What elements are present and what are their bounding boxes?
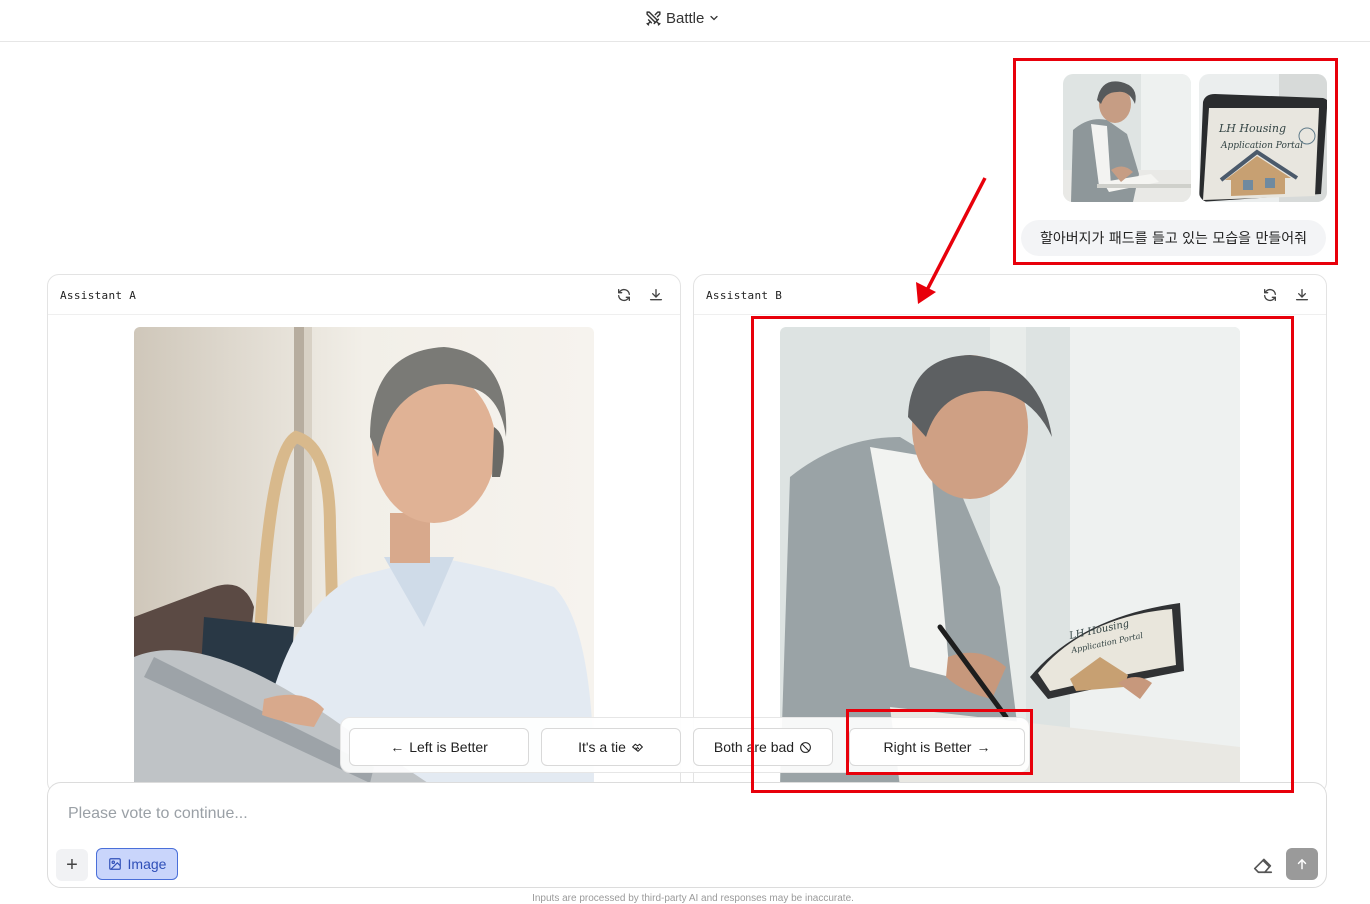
assistant-a-header: Assistant A [48,275,680,315]
ban-icon [800,741,811,753]
image-icon [108,858,121,870]
composer: + Image [47,782,1327,888]
message-input[interactable] [68,805,1168,823]
send-button[interactable] [1286,848,1318,880]
left-is-better-label: Left is Better [409,739,488,755]
refresh-icon[interactable] [1262,287,1278,303]
image-mode-toggle[interactable]: Image [96,848,178,880]
right-is-better-label: Right is Better [883,739,972,755]
arrow-left-icon: ← [390,739,405,755]
image-mode-label: Image [127,856,167,872]
svg-text:LH Housing: LH Housing [1218,122,1286,135]
refresh-icon[interactable] [616,287,632,303]
assistant-b-header: Assistant B [694,275,1326,315]
vote-bar: ← Left is Better It's a tie Both are bad… [340,717,1030,773]
plus-icon: + [66,853,78,876]
grandpa-writing-photo [1063,74,1191,202]
tablet-housing-portal-photo: LH Housing Application Portal [1199,74,1327,202]
eraser-icon[interactable] [1252,853,1274,875]
tie-button[interactable]: It's a tie [541,728,681,766]
assistant-a-panel: Assistant A [47,274,681,794]
assistant-a-title: Assistant A [60,289,137,302]
top-bar: Battle [0,0,1370,42]
mode-label: Battle [666,9,705,27]
swords-icon [646,10,661,26]
right-is-better-button[interactable]: Right is Better → [849,728,1025,766]
assistant-b-title: Assistant B [706,289,783,302]
mode-selector[interactable]: Battle [645,7,720,29]
arrow-up-icon [1297,858,1307,870]
attachment-thumbnail-tablet[interactable]: LH Housing Application Portal [1199,74,1327,202]
add-attachment-button[interactable]: + [56,849,88,881]
download-icon[interactable] [1294,287,1310,303]
assistant-b-panel: Assistant B LH Housing Application Porta… [693,274,1327,794]
user-prompt-bubble: 할아버지가 패드를 들고 있는 모습을 만들어줘 [1021,220,1326,256]
footer-disclaimer: Inputs are processed by third-party AI a… [532,893,854,904]
left-is-better-button[interactable]: ← Left is Better [349,728,529,766]
download-icon[interactable] [648,287,664,303]
handshake-icon [631,743,643,752]
chevron-down-icon [710,15,718,21]
both-bad-button[interactable]: Both are bad [693,728,833,766]
tie-label: It's a tie [578,739,626,755]
svg-text:Application Portal: Application Portal [1220,141,1303,151]
attachment-thumbnail-grandpa[interactable] [1063,74,1191,202]
both-bad-label: Both are bad [713,739,795,755]
arrow-right-icon: → [976,739,991,755]
